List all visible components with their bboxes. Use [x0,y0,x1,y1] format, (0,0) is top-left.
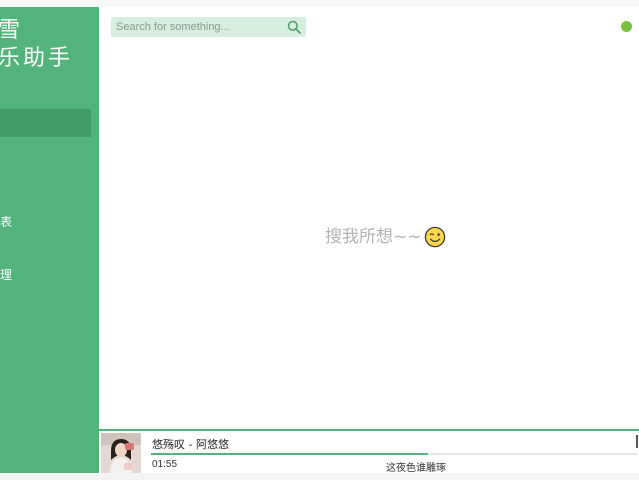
window-top-edge [0,0,639,7]
progress-fill [151,453,429,455]
app-logo: 雪 乐助手 [0,17,73,73]
player-bar: 悠殇叹 - 阿悠悠 01:55 这夜色谁雕琢 [99,429,639,474]
search-input[interactable] [111,17,286,37]
elapsed-time: 01:55 [152,459,178,470]
app-logo-line2: 乐助手 [0,46,74,71]
sidebar-item-featured[interactable]: 特 [0,155,99,183]
progress-bar[interactable] [151,453,637,455]
sidebar-item-label: 管理 [0,268,13,282]
sidebar-item-search[interactable] [0,109,91,137]
status-indicator-dot [621,21,632,32]
main-panel: 搜我所想~~ [99,7,639,429]
song-title: 悠殇叹 - 阿悠悠 [152,438,229,451]
window-bottom-edge [0,473,639,480]
search-box [111,17,306,37]
sidebar: 雪 乐助手 特 到表 管理 [0,7,99,473]
player-edge-marker [636,435,638,448]
empty-state-message: 搜我所想~~ [325,227,422,247]
lyric-line: 这夜色谁雕琢 [386,463,446,474]
album-cover-art [101,433,141,473]
empty-state: 搜我所想~~ [325,225,446,249]
app-window: 雪 乐助手 特 到表 管理 搜我 [0,0,639,480]
sidebar-nav: 特 到表 管理 [0,109,99,289]
wink-emoji-icon [424,226,445,248]
app-logo-line1: 雪 [0,18,24,43]
search-icon[interactable] [287,20,301,34]
sidebar-item-playlist[interactable]: 到表 [0,208,99,236]
sidebar-item-label: 到表 [0,215,13,229]
sidebar-item-manage[interactable]: 管理 [0,261,99,289]
album-cover[interactable] [101,433,141,473]
